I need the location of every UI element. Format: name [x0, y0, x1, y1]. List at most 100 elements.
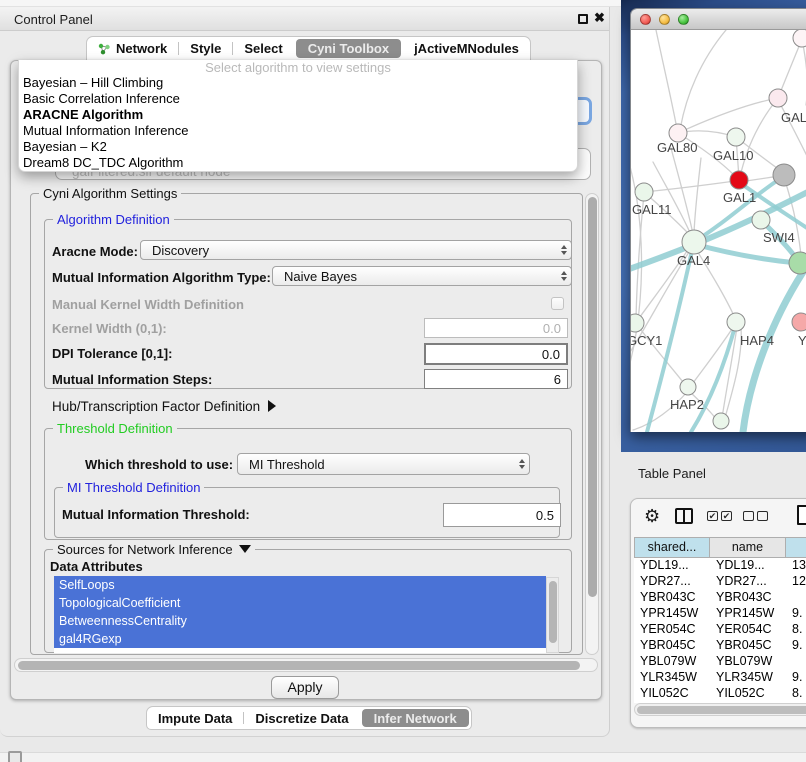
scrollbar-thumb[interactable]	[549, 581, 557, 643]
network-edge[interactable]	[725, 327, 741, 418]
table-row[interactable]: YBR045CYBR045C9.	[634, 638, 806, 654]
tab-cyni-toolbox[interactable]: Cyni Toolbox	[296, 39, 401, 58]
settings-vertical-scrollbar[interactable]	[585, 193, 599, 655]
node-gal10[interactable]	[727, 128, 745, 146]
select-all-checkboxes-icon[interactable]: ✔✔	[707, 511, 732, 521]
node-gray[interactable]	[773, 164, 795, 186]
algorithm-option[interactable]: Dream8 DC_TDC Algorithm	[19, 155, 577, 171]
table-row[interactable]: YBR043CYBR043C	[634, 590, 806, 606]
split-pane-divider[interactable]	[610, 7, 621, 762]
node-green[interactable]	[789, 252, 806, 274]
gear-icon[interactable]: ⚙	[644, 504, 660, 528]
column-header-name[interactable]: name	[710, 537, 786, 558]
apply-button[interactable]: Apply	[271, 676, 339, 699]
attributes-scrollbar[interactable]	[546, 577, 559, 653]
which-threshold-combo[interactable]: MI Threshold	[237, 453, 530, 475]
network-window-titlebar[interactable]	[631, 9, 806, 30]
scrollbar-thumb[interactable]	[588, 197, 597, 597]
manual-kernel-width-checkbox[interactable]	[551, 297, 564, 310]
node-gal-partial[interactable]	[769, 89, 787, 107]
node-hap4[interactable]	[727, 313, 745, 331]
tab-jactivemnodules[interactable]: jActiveMNodules	[403, 37, 530, 60]
attribute-item-selected[interactable]: TopologicalCoefficient	[54, 594, 546, 612]
node-gal11[interactable]	[635, 183, 653, 201]
node-gal1[interactable]	[730, 171, 748, 189]
algorithm-option-selected[interactable]: ARACNE Algorithm	[19, 107, 577, 123]
column-header-shared-name[interactable]: shared...	[634, 537, 710, 558]
node-swi4-label: SWI4	[763, 230, 795, 245]
close-icon[interactable]: ✖	[594, 10, 605, 26]
table-row[interactable]: YBL079WYBL079W	[634, 654, 806, 670]
algorithm-option[interactable]: Bayesian – Hill Climbing	[19, 75, 577, 91]
network-edge[interactable]	[802, 39, 806, 105]
tab-network[interactable]: Network	[87, 37, 178, 60]
table-row[interactable]: YDR27...YDR27...12	[634, 574, 806, 590]
expanded-arrow-icon	[239, 545, 251, 553]
minimize-traffic-light-icon[interactable]	[659, 14, 670, 25]
mi-steps-value: 6	[554, 372, 561, 387]
attribute-item-selected[interactable]: gal4RGexp	[54, 630, 546, 648]
network-edge[interactable]	[656, 30, 677, 129]
cell: YLR345W	[634, 670, 710, 686]
tab-style[interactable]: Style	[179, 37, 232, 60]
dpi-tolerance-field[interactable]: 0.0	[424, 343, 568, 365]
attribute-item-selected[interactable]: SelfLoops	[54, 576, 546, 594]
network-view-window[interactable]: GALGAL80GAL10GAL1GAL11SWI4GAL4GCY1HAP4YH…	[630, 8, 806, 432]
node-pink[interactable]	[792, 313, 806, 331]
close-traffic-light-icon[interactable]	[640, 14, 651, 25]
float-window-icon[interactable]	[578, 14, 588, 24]
algorithm-option[interactable]: Bayesian – K2	[19, 139, 577, 155]
node-swi4[interactable]	[752, 211, 770, 229]
export-table-icon[interactable]	[797, 505, 806, 525]
zoom-traffic-light-icon[interactable]	[678, 14, 689, 25]
tab-impute-data[interactable]: Impute Data	[147, 707, 243, 729]
status-strip	[0, 752, 806, 762]
node-gcy1[interactable]	[631, 314, 644, 332]
dpi-tolerance-value: 0.0	[542, 347, 560, 362]
settings-horizontal-scrollbar[interactable]	[14, 658, 598, 672]
sources-group-toggle[interactable]: Sources for Network Inference	[53, 542, 255, 557]
mi-algorithm-type-combo[interactable]: Naive Bayes	[272, 266, 572, 286]
table-row[interactable]: YER054CYER054C8.	[634, 622, 806, 638]
node-bottom-green[interactable]	[713, 413, 729, 429]
algorithm-option[interactable]: Basic Correlation Inference	[19, 91, 577, 107]
combo-stepper-icon	[561, 241, 567, 259]
hub-section-toggle[interactable]: Hub/Transcription Factor Definition	[52, 399, 276, 414]
scrollbar-thumb[interactable]	[18, 661, 580, 670]
network-edge[interactable]	[678, 98, 778, 133]
network-edge[interactable]	[778, 100, 806, 156]
table-row[interactable]: YDL19...YDL19...13	[634, 558, 806, 574]
network-edge[interactable]	[653, 162, 691, 235]
network-edge[interactable]	[644, 181, 735, 192]
node-gal4[interactable]	[682, 230, 706, 254]
mi-steps-field[interactable]: 6	[424, 369, 568, 389]
table-horizontal-scrollbar[interactable]	[634, 703, 806, 716]
tab-discretize-data[interactable]: Discretize Data	[244, 707, 359, 729]
table-row[interactable]: YIL052CYIL052C8.	[634, 686, 806, 702]
docked-panel-icon[interactable]	[8, 751, 22, 762]
mi-algorithm-type-value: Naive Bayes	[284, 269, 357, 284]
aracne-mode-combo[interactable]: Discovery	[140, 240, 572, 260]
table-row[interactable]: YPR145WYPR145W9.	[634, 606, 806, 622]
node-top-partial[interactable]	[793, 30, 806, 47]
deselect-all-checkboxes-icon[interactable]	[743, 511, 768, 521]
node-hap2[interactable]	[680, 379, 696, 395]
tab-infer-network[interactable]: Infer Network	[362, 709, 469, 727]
network-edge[interactable]	[778, 39, 802, 98]
network-edge[interactable]	[743, 272, 803, 432]
sources-group-title: Sources for Network Inference	[57, 542, 233, 557]
table-row[interactable]: YLR345WYLR345W9.	[634, 670, 806, 686]
scrollbar-thumb[interactable]	[637, 706, 806, 714]
network-edge[interactable]	[671, 148, 693, 234]
attribute-item-selected[interactable]: BetweennessCentrality	[54, 612, 546, 630]
mi-threshold-field[interactable]: 0.5	[443, 503, 561, 527]
cell: 13	[786, 558, 806, 574]
network-canvas[interactable]: GALGAL80GAL10GAL1GAL11SWI4GAL4GCY1HAP4YH…	[631, 30, 806, 432]
algorithm-option[interactable]: Mutual Information Inference	[19, 123, 577, 139]
column-header-partial[interactable]: A	[786, 537, 806, 558]
network-edge[interactable]	[694, 158, 701, 233]
columns-icon[interactable]	[675, 508, 693, 524]
tab-select[interactable]: Select	[233, 37, 293, 60]
kernel-width-field[interactable]: 0.0	[424, 318, 568, 338]
cell: YIL052C	[710, 686, 786, 702]
